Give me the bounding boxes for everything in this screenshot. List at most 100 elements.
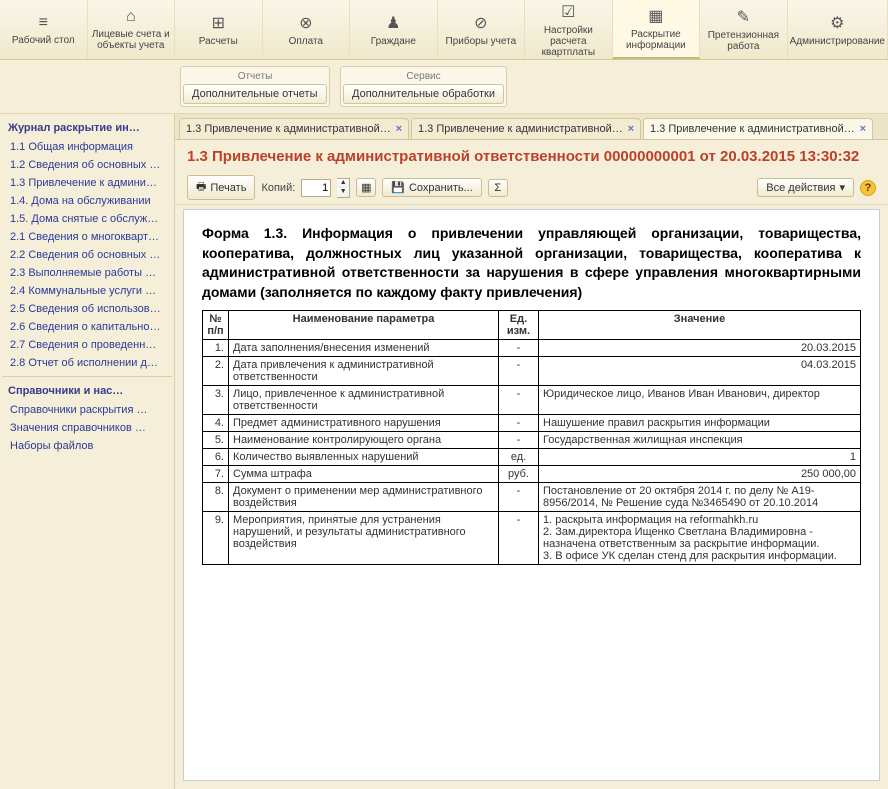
cell-unit: - xyxy=(499,357,539,386)
sidebar-item-4[interactable]: 1.5. Дома снятые с обслуж… xyxy=(2,210,172,228)
sidebar-item-9[interactable]: 2.5 Сведения об использов… xyxy=(2,300,172,318)
cell-num: 8. xyxy=(203,483,229,512)
data-table: № п/п Наименование параметра Ед. изм. Зн… xyxy=(202,310,861,565)
preview-button[interactable]: ▦ xyxy=(356,178,376,197)
close-icon[interactable]: × xyxy=(396,123,402,135)
close-icon[interactable]: × xyxy=(860,123,866,135)
top-nav-item-9[interactable]: ⚙Администрирование xyxy=(788,0,888,59)
close-icon[interactable]: × xyxy=(628,123,634,135)
sidebar-item-8[interactable]: 2.4 Коммунальные услуги … xyxy=(2,282,172,300)
top-nav-label-6: Настройки расчета квартплаты xyxy=(527,25,610,58)
table-row: 4.Предмет административного нарушения-На… xyxy=(203,415,861,432)
doc-tab-1[interactable]: 1.3 Привлечение к административной отв…× xyxy=(411,118,641,139)
cell-value: 04.03.2015 xyxy=(539,357,861,386)
extra-processing-button[interactable]: Дополнительные обработки xyxy=(343,84,504,104)
col-header-value: Значение xyxy=(539,311,861,340)
sidebar-ref-item-1[interactable]: Значения справочников … xyxy=(2,419,172,437)
sidebar-header-journal[interactable]: Журнал раскрытие ин… xyxy=(2,118,172,138)
print-button[interactable]: 🖶 Печать xyxy=(187,175,255,200)
top-nav-icon-0: ≡ xyxy=(39,14,48,32)
top-nav-icon-2: ⊞ xyxy=(212,13,225,33)
spinner-up-icon[interactable]: ▲ xyxy=(337,179,349,188)
top-nav-item-7[interactable]: ▦Раскрытие информации xyxy=(613,0,701,59)
document-toolbar: 🖶 Печать Копий: ▲ ▼ ▦ 💾 Сохранить... Σ В xyxy=(175,171,888,205)
doc-tab-label-2: 1.3 Привлечение к административной отв… xyxy=(650,123,856,135)
extra-reports-button[interactable]: Дополнительные отчеты xyxy=(183,84,327,104)
top-nav-item-5[interactable]: ⊘Приборы учета xyxy=(438,0,526,59)
top-nav-icon-7: ▦ xyxy=(648,6,663,26)
top-nav-label-8: Претензионная работа xyxy=(702,30,785,52)
col-header-num: № п/п xyxy=(203,311,229,340)
doc-tab-2[interactable]: 1.3 Привлечение к административной отв… × xyxy=(643,118,873,139)
cell-value: Государственная жилищная инспекция xyxy=(539,432,861,449)
cell-unit: - xyxy=(499,340,539,357)
sidebar-item-2[interactable]: 1.3 Привлечение к админи… xyxy=(2,174,172,192)
doc-tab-0[interactable]: 1.3 Привлечение к административной отв… × xyxy=(179,118,409,139)
spinner-down-icon[interactable]: ▼ xyxy=(337,188,349,197)
all-actions-button[interactable]: Все действия ▾ xyxy=(757,178,854,197)
top-nav-item-6[interactable]: ☑Настройки расчета квартплаты xyxy=(525,0,613,59)
top-nav-item-1[interactable]: ⌂Лицевые счета и объекты учета xyxy=(88,0,176,59)
cell-unit: - xyxy=(499,512,539,565)
top-nav-label-0: Рабочий стол xyxy=(12,35,75,46)
top-nav-label-2: Расчеты xyxy=(199,36,238,47)
cell-unit: - xyxy=(499,432,539,449)
sidebar-item-0[interactable]: 1.1 Общая информация xyxy=(2,138,172,156)
document-body: Форма 1.3. Информация о привлечении упра… xyxy=(183,209,880,781)
cell-num: 7. xyxy=(203,466,229,483)
sidebar-item-5[interactable]: 2.1 Сведения о многокварт… xyxy=(2,228,172,246)
cell-name: Предмет административного нарушения xyxy=(229,415,499,432)
top-nav-icon-3: ⊗ xyxy=(299,13,312,33)
sidebar-item-11[interactable]: 2.7 Сведения о проведенн… xyxy=(2,336,172,354)
table-row: 7.Сумма штрафаруб.250 000,00 xyxy=(203,466,861,483)
cell-value: 250 000,00 xyxy=(539,466,861,483)
table-row: 2.Дата привлечения к административной от… xyxy=(203,357,861,386)
top-nav-item-3[interactable]: ⊗Оплата xyxy=(263,0,351,59)
sidebar-ref-item-2[interactable]: Наборы файлов xyxy=(2,437,172,455)
table-row: 6.Количество выявленных нарушенийед.1 xyxy=(203,449,861,466)
content-area: 1.3 Привлечение к административной отв… ×… xyxy=(175,114,888,789)
cell-name: Мероприятия, принятые для устранения нар… xyxy=(229,512,499,565)
table-row: 9.Мероприятия, принятые для устранения н… xyxy=(203,512,861,565)
top-nav-item-4[interactable]: ♟Граждане xyxy=(350,0,438,59)
top-nav-item-0[interactable]: ≡ Рабочий стол xyxy=(0,0,88,59)
sidebar-item-3[interactable]: 1.4. Дома на обслуживании xyxy=(2,192,172,210)
top-nav-item-2[interactable]: ⊞ Расчеты xyxy=(175,0,263,59)
sub-group-service: Сервис Дополнительные обработки xyxy=(340,66,507,107)
cell-name: Сумма штрафа xyxy=(229,466,499,483)
cell-unit: - xyxy=(499,415,539,432)
grid-icon: ▦ xyxy=(361,181,371,194)
sum-button[interactable]: Σ xyxy=(488,179,508,197)
sub-group-title-service: Сервис xyxy=(343,69,504,84)
help-button[interactable]: ? xyxy=(860,180,876,196)
cell-value: 1 xyxy=(539,449,861,466)
sidebar-item-7[interactable]: 2.3 Выполняемые работы … xyxy=(2,264,172,282)
save-label: Сохранить... xyxy=(409,182,473,194)
document-tabs: 1.3 Привлечение к административной отв… ×… xyxy=(175,114,888,140)
sidebar-ref-item-0[interactable]: Справочники раскрытия … xyxy=(2,401,172,419)
save-button[interactable]: 💾 Сохранить... xyxy=(382,178,482,197)
sidebar-item-10[interactable]: 2.6 Сведения о капитально… xyxy=(2,318,172,336)
top-nav-icon-4: ♟ xyxy=(386,13,400,33)
sidebar-item-12[interactable]: 2.8 Отчет об исполнении д… xyxy=(2,354,172,372)
cell-value: Постановление от 20 октября 2014 г. по д… xyxy=(539,483,861,512)
table-row: 1.Дата заполнения/внесения изменений-20.… xyxy=(203,340,861,357)
top-nav-icon-1: ⌂ xyxy=(126,8,136,26)
table-row: 8.Документ о применении мер администрати… xyxy=(203,483,861,512)
table-row: 3.Лицо, привлеченное к административной … xyxy=(203,386,861,415)
top-nav-icon-9: ⚙ xyxy=(830,13,844,33)
copies-input[interactable] xyxy=(301,179,331,197)
sidebar-item-6[interactable]: 2.2 Сведения об основных … xyxy=(2,246,172,264)
cell-value: Юридическое лицо, Иванов Иван Иванович, … xyxy=(539,386,861,415)
sidebar: Журнал раскрытие ин… 1.1 Общая информаци… xyxy=(0,114,175,789)
col-header-unit: Ед. изм. xyxy=(499,311,539,340)
doc-tab-label-0: 1.3 Привлечение к административной отв… xyxy=(186,123,392,135)
cell-unit: - xyxy=(499,386,539,415)
copies-spinner[interactable]: ▲ ▼ xyxy=(337,178,350,198)
cell-num: 6. xyxy=(203,449,229,466)
top-nav-item-8[interactable]: ✎Претензионная работа xyxy=(700,0,788,59)
sidebar-item-1[interactable]: 1.2 Сведения об основных … xyxy=(2,156,172,174)
cell-value: Нашушение правил раскрытия информации xyxy=(539,415,861,432)
sidebar-header-refs[interactable]: Справочники и нас… xyxy=(2,381,172,401)
top-nav-label-5: Приборы учета xyxy=(446,36,517,47)
